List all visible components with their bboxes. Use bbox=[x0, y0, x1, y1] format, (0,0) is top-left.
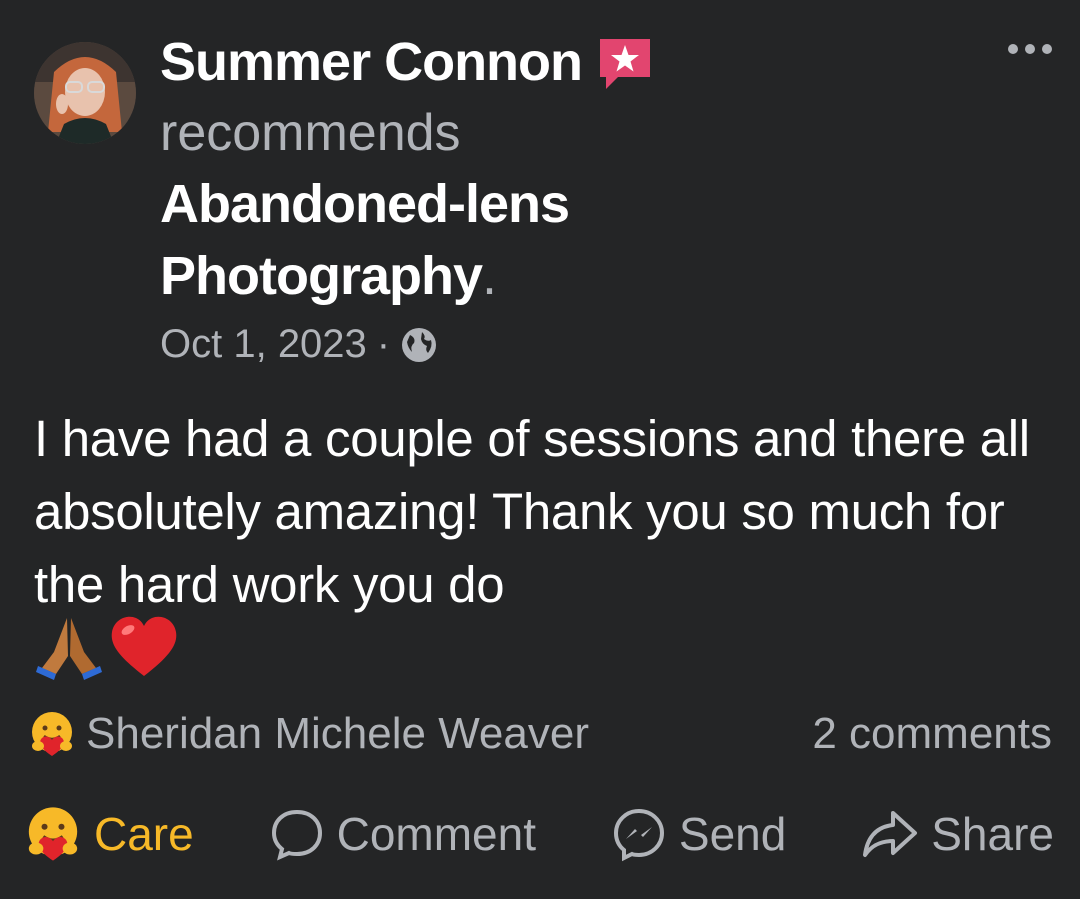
reactions-summary: Sheridan Michele Weaver 2 comments bbox=[28, 704, 1052, 764]
care-button[interactable]: Care bbox=[24, 805, 194, 863]
comment-label: Comment bbox=[336, 808, 536, 860]
avatar-image bbox=[34, 42, 136, 144]
folded-hands-icon bbox=[36, 618, 102, 680]
comment-button[interactable]: Comment bbox=[269, 806, 536, 862]
post-date[interactable]: Oct 1, 2023 bbox=[160, 322, 367, 367]
action-text: recommends bbox=[160, 104, 461, 162]
care-reaction-icon bbox=[32, 712, 72, 756]
post-emoji bbox=[34, 612, 180, 682]
page-name[interactable]: Abandoned-lens Photography bbox=[160, 174, 570, 306]
meta-separator: · bbox=[376, 322, 391, 366]
recommend-badge-icon bbox=[600, 39, 651, 89]
share-icon bbox=[863, 811, 918, 857]
action-bar: Care Comment Send Share bbox=[24, 798, 1054, 870]
avatar[interactable] bbox=[34, 42, 136, 144]
care-reaction-icon bbox=[28, 807, 78, 861]
more-dot bbox=[1008, 44, 1018, 54]
post-body: I have had a couple of sessions and ther… bbox=[34, 410, 1030, 613]
more-dot bbox=[1025, 44, 1035, 54]
post-header: Summer Connon recommends Abandoned-lens … bbox=[160, 26, 760, 312]
messenger-send-icon bbox=[613, 808, 664, 862]
reactor-name: Sheridan Michele Weaver bbox=[86, 709, 589, 758]
author-line: Summer Connon bbox=[160, 26, 760, 98]
comment-icon bbox=[271, 809, 322, 861]
page-name-line: Abandoned-lens Photography. bbox=[160, 168, 760, 312]
send-label: Send bbox=[678, 808, 787, 860]
send-button[interactable]: Send bbox=[611, 806, 786, 862]
post-meta: Oct 1, 2023 · bbox=[160, 322, 438, 367]
more-options-button[interactable] bbox=[1008, 44, 1052, 54]
red-heart-icon bbox=[111, 616, 177, 676]
globe-icon bbox=[402, 327, 437, 362]
post-card: Summer Connon recommends Abandoned-lens … bbox=[0, 0, 1080, 899]
reactions-by[interactable]: Sheridan Michele Weaver bbox=[28, 709, 589, 759]
author-name[interactable]: Summer Connon bbox=[160, 26, 583, 98]
page-name-period: . bbox=[482, 246, 497, 306]
share-label: Share bbox=[931, 808, 1054, 860]
care-label: Care bbox=[94, 808, 194, 860]
share-button[interactable]: Share bbox=[861, 807, 1054, 861]
comments-count[interactable]: 2 comments bbox=[812, 709, 1052, 759]
more-dot bbox=[1042, 44, 1052, 54]
